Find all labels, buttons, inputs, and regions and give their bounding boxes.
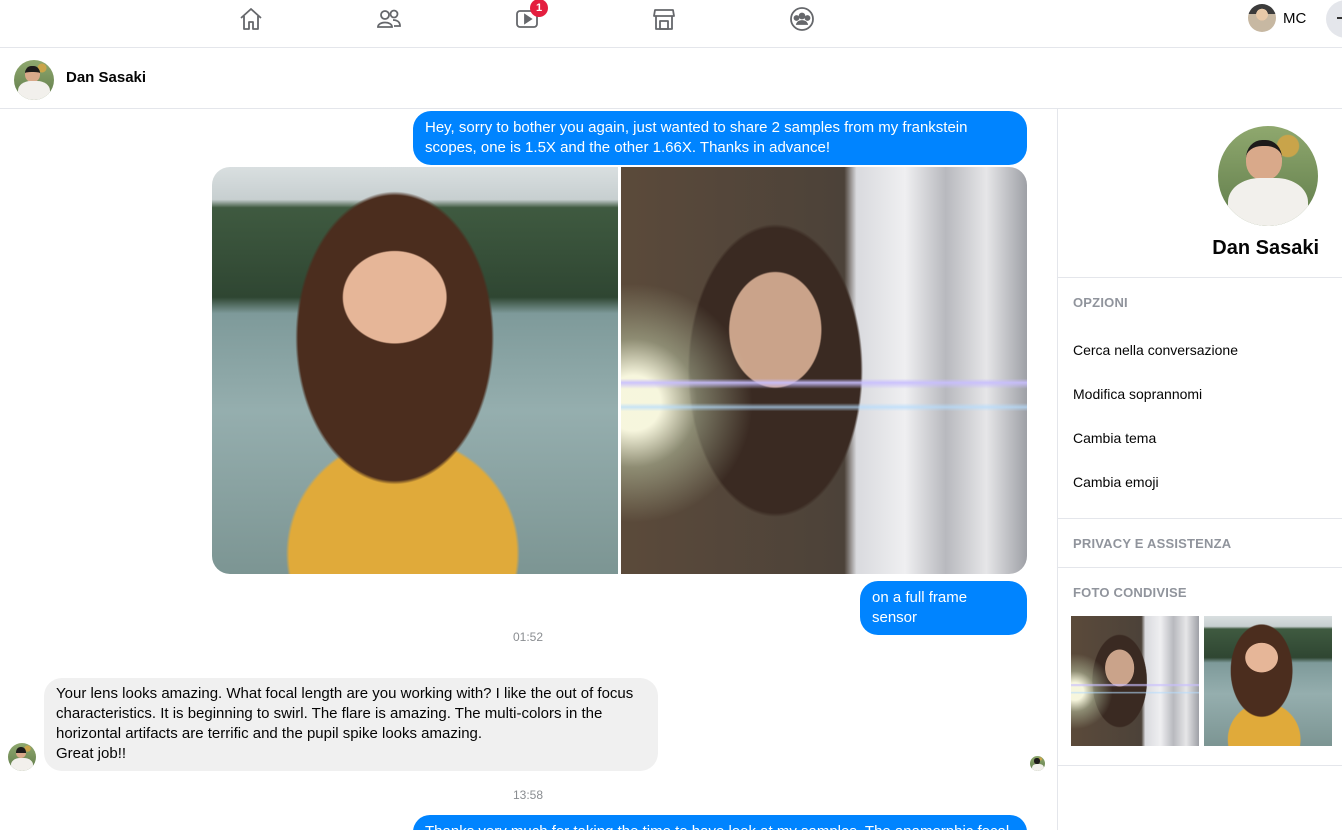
contact-name[interactable]: Dan Sasaki <box>66 69 146 86</box>
section-title-shared-photos[interactable]: FOTO CONDIVISE <box>1073 585 1187 600</box>
outgoing-message[interactable]: Thanks very much for taking the time to … <box>413 815 1027 830</box>
create-menu-button[interactable] <box>1326 0 1342 38</box>
divider <box>1058 567 1342 568</box>
top-navigation-bar: 1 MC <box>0 0 1342 48</box>
seen-indicator-avatar <box>1030 756 1045 771</box>
shared-photo-thumbnail[interactable] <box>1204 616 1332 746</box>
message-line: horizontal artifacts are terrific and th… <box>56 725 483 742</box>
friends-icon[interactable] <box>373 4 405 34</box>
section-title-privacy[interactable]: PRIVACY E ASSISTENZA <box>1073 536 1231 551</box>
contact-name: Dan Sasaki <box>1212 237 1319 259</box>
shared-photo-flare[interactable] <box>621 167 1027 574</box>
divider <box>1058 765 1342 766</box>
outgoing-message[interactable]: Hey, sorry to bother you again, just wan… <box>413 111 1027 165</box>
home-icon[interactable] <box>235 4 267 34</box>
message-line: characteristics. It is beginning to swir… <box>56 705 603 722</box>
option-edit-nicknames[interactable]: Modifica soprannomi <box>1073 386 1202 402</box>
option-change-emoji[interactable]: Cambia emoji <box>1073 474 1159 490</box>
profile-chip[interactable]: MC <box>1248 4 1306 32</box>
incoming-message[interactable]: Your lens looks amazing. What focal leng… <box>44 678 658 771</box>
shared-photo-lake[interactable] <box>212 167 618 574</box>
contact-avatar[interactable] <box>14 60 54 100</box>
option-change-theme[interactable]: Cambia tema <box>1073 430 1156 446</box>
marketplace-icon[interactable] <box>648 4 680 34</box>
message-list[interactable]: Hey, sorry to bother you again, just wan… <box>0 109 1057 830</box>
contact-avatar-large[interactable] <box>1218 126 1318 226</box>
message-line: Your lens looks amazing. What focal leng… <box>56 685 634 702</box>
section-title-options[interactable]: OPZIONI <box>1073 295 1128 310</box>
shared-photo-thumbnail[interactable] <box>1071 616 1199 746</box>
outgoing-message[interactable]: on a full frame sensor <box>860 581 1027 635</box>
message-line: Great job!! <box>56 745 127 762</box>
conversation-header: Dan Sasaki <box>0 48 1342 109</box>
profile-name: MC <box>1283 9 1307 27</box>
notification-badge: 1 <box>530 0 548 17</box>
avatar <box>1248 4 1276 32</box>
conversation-details-panel: Dan Sasaki OPZIONI Cerca nella conversaz… <box>1057 109 1342 830</box>
divider <box>1058 277 1342 278</box>
timestamp: 13:58 <box>513 788 544 802</box>
minus-icon <box>1337 17 1342 19</box>
groups-icon[interactable] <box>786 4 818 34</box>
option-search-conversation[interactable]: Cerca nella conversazione <box>1073 342 1238 358</box>
divider <box>1058 518 1342 519</box>
watch-icon[interactable]: 1 <box>511 0 548 34</box>
timestamp: 01:52 <box>513 630 544 644</box>
sender-avatar <box>8 743 36 771</box>
